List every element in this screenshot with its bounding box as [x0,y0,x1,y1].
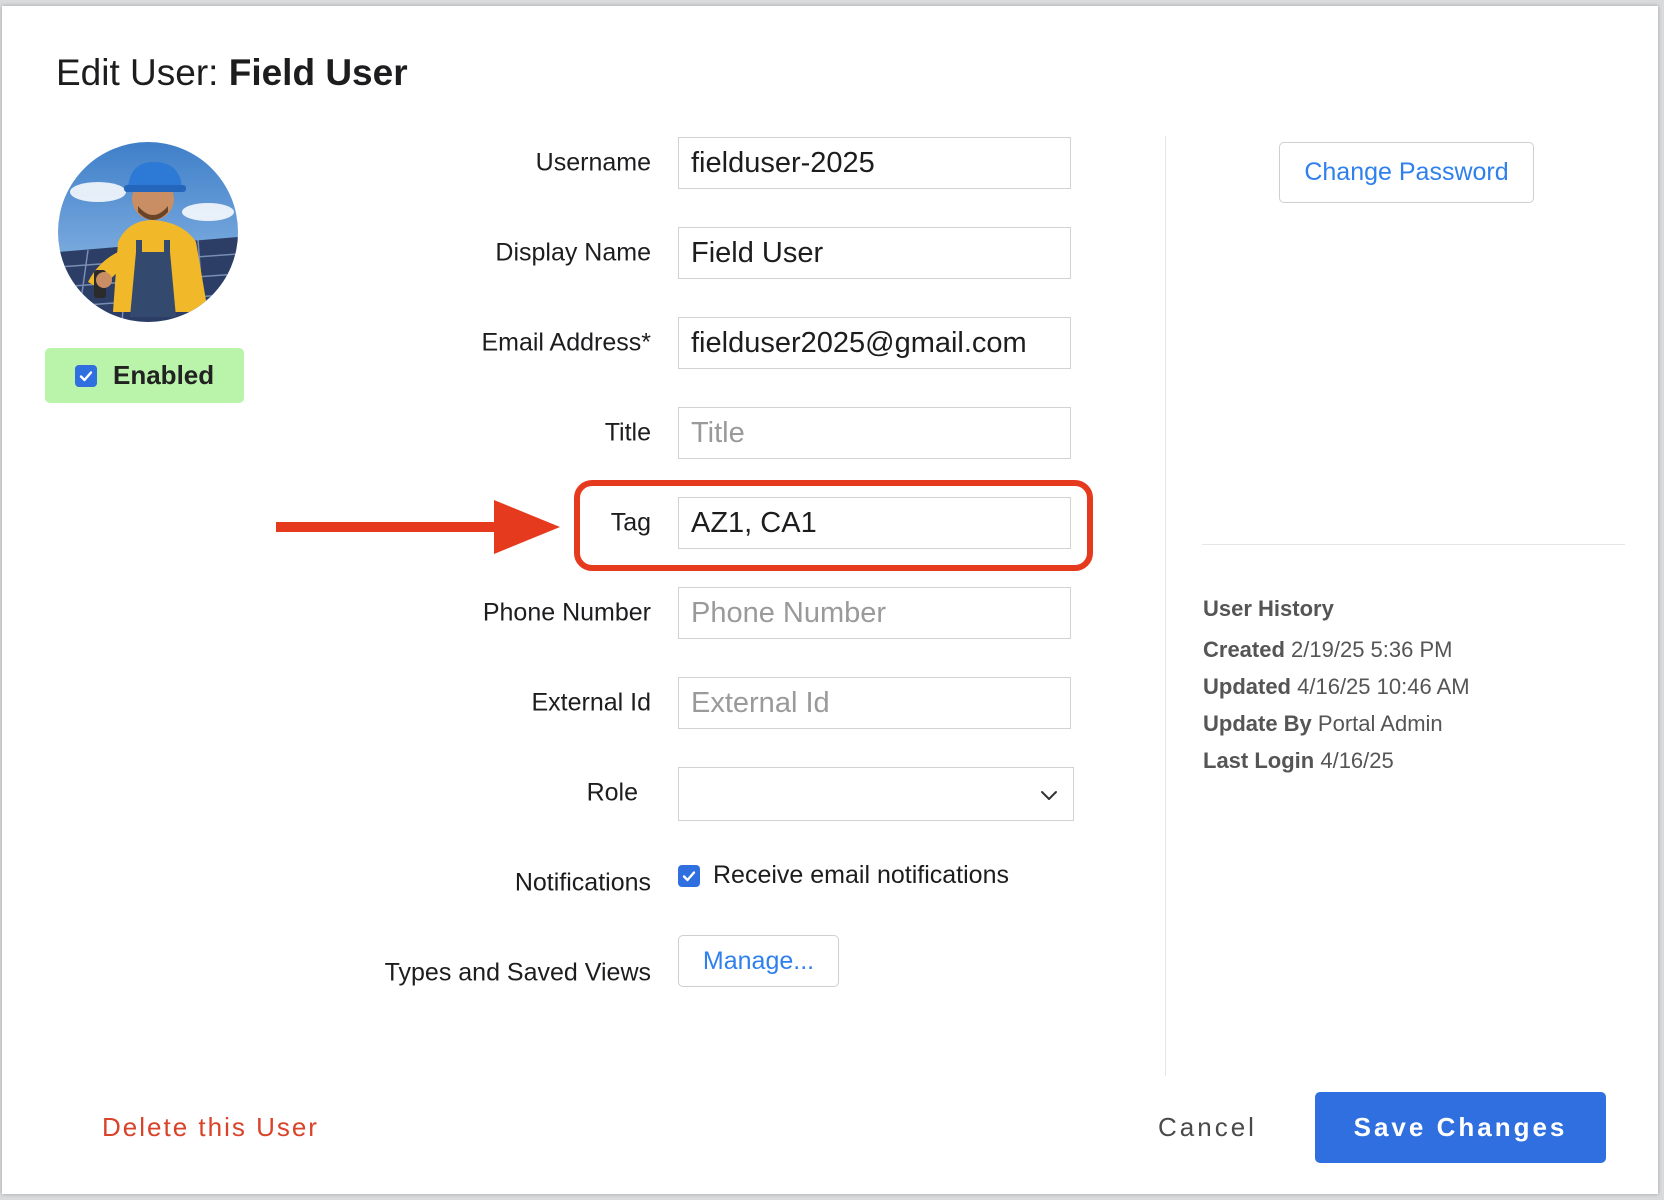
history-divider [1202,544,1625,545]
history-key: Created [1203,637,1285,662]
history-value: 2/19/25 5:36 PM [1291,637,1453,662]
user-history-panel: User History Created 2/19/25 5:36 PM Upd… [1203,596,1470,785]
enabled-label: Enabled [113,360,215,390]
enabled-checkbox[interactable] [75,364,97,387]
manage-button[interactable]: Manage... [678,935,839,987]
history-value: 4/16/25 10:46 AM [1297,674,1470,699]
external-id-label-cell: External Id [302,677,651,729]
edit-user-dialog: Edit User: Field User Enabled Username f… [2,6,1658,1194]
role-select[interactable] [678,767,1074,821]
dialog-title-user-name: Field User [228,52,408,93]
display-name-label: Display Name [495,238,651,267]
delete-user-link[interactable]: Delete this User [102,1112,319,1143]
column-divider [1165,136,1166,1076]
checkmark-icon [682,870,696,881]
phone-label: Phone Number [482,598,651,627]
username-label-cell: Username [302,137,651,189]
external-id-label: External Id [531,688,651,717]
email-label: Email Address* [481,328,651,357]
email-notifications-checkbox[interactable] [678,864,700,887]
email-field[interactable] [678,317,1071,369]
types-views-label-cell: Types and Saved Views [302,947,651,999]
display-name-input[interactable] [678,227,1071,279]
phone-label-cell: Phone Number [302,587,651,639]
dialog-title-prefix: Edit User: [56,52,219,93]
avatar-photo [58,142,238,322]
save-changes-button[interactable]: Save Changes [1315,1092,1606,1163]
user-history-title: User History [1203,596,1334,621]
role-label-cell: Role [302,767,638,819]
enabled-toggle[interactable]: Enabled [45,348,244,403]
username-label: Username [535,148,651,177]
avatar[interactable] [58,142,238,322]
history-key: Updated [1203,674,1291,699]
notifications-label-cell: Notifications [302,857,651,909]
types-views-label: Types and Saved Views [384,958,651,987]
history-row-created: Created 2/19/25 5:36 PM [1203,637,1470,663]
history-row-updated: Updated 4/16/25 10:46 AM [1203,674,1470,700]
checkmark-icon [79,370,93,381]
title-label-cell: Title [302,407,651,459]
tag-highlight-annotation [574,480,1093,571]
email-notifications-toggle[interactable]: Receive email notifications [678,861,1009,890]
arrow-right-icon [276,500,560,554]
phone-input[interactable] [678,587,1071,639]
change-password-button[interactable]: Change Password [1279,142,1534,203]
notifications-label: Notifications [514,868,651,897]
history-row-update-by: Update By Portal Admin [1203,711,1470,737]
role-label: Role [586,778,638,807]
history-value: Portal Admin [1317,711,1443,736]
external-id-input[interactable] [678,677,1071,729]
title-input[interactable] [678,407,1071,459]
history-row-last-login: Last Login 4/16/25 [1203,748,1470,774]
dialog-title: Edit User: Field User [56,52,408,94]
history-value: 4/16/25 [1320,748,1394,773]
display-name-label-cell: Display Name [302,227,651,279]
email-label-cell: Email Address* [302,317,651,369]
title-label: Title [604,418,651,447]
chevron-down-icon [1041,791,1057,800]
email-notifications-label: Receive email notifications [713,861,1009,889]
history-key: Update By [1203,711,1312,736]
history-key: Last Login [1203,748,1315,773]
cancel-button[interactable]: Cancel [1158,1112,1257,1143]
username-input[interactable] [678,137,1071,189]
